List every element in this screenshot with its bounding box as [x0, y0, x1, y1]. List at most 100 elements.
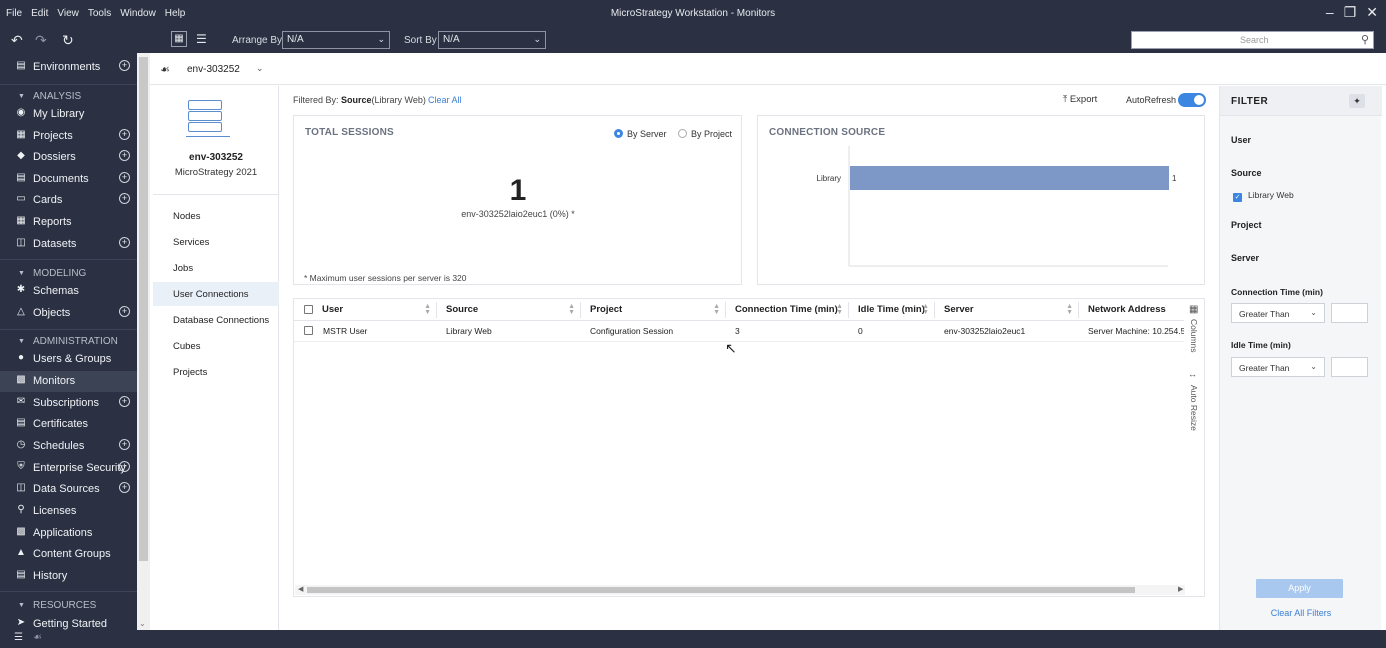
column-header-server[interactable]: Server ▲ ▼	[935, 299, 1079, 321]
undo-icon[interactable]: ↶	[11, 32, 23, 49]
sort-icon[interactable]: ▲ ▼	[568, 303, 575, 316]
sidebar-item-licenses[interactable]: ⚲ Licenses	[0, 501, 137, 522]
sidebar-item-history[interactable]: ▤ History	[0, 566, 137, 587]
radio-by-server[interactable]: By Server	[614, 129, 667, 139]
add-icon[interactable]: +	[119, 461, 130, 472]
add-icon[interactable]: +	[119, 482, 130, 493]
sidebar-item-monitors[interactable]: ▩ Monitors	[0, 371, 137, 392]
refresh-icon[interactable]: ↻	[62, 32, 74, 49]
sidebar-item-content-groups[interactable]: ▲ Content Groups	[0, 544, 137, 565]
add-icon[interactable]: +	[119, 193, 130, 204]
nav-services[interactable]: Services	[153, 230, 279, 254]
chevron-down-icon[interactable]: ⌄	[256, 63, 264, 74]
nav-user-connections[interactable]: User Connections	[153, 282, 279, 306]
select-all-checkbox[interactable]	[304, 305, 313, 314]
filter-source-label[interactable]: Source	[1231, 168, 1262, 178]
arrange-by-select[interactable]: N/A ⌄	[282, 31, 390, 49]
column-header-connection-time[interactable]: Connection Time (min) ▲ ▼	[726, 299, 849, 321]
filter-user-label[interactable]: User	[1231, 135, 1251, 145]
close-icon[interactable]: ✕	[1366, 4, 1378, 21]
tree-icon[interactable]: ☙	[33, 632, 42, 643]
row-checkbox[interactable]	[304, 326, 313, 335]
sidebar-item-datasets[interactable]: ◫ Datasets +	[0, 234, 137, 255]
sidebar-item-schedules[interactable]: ◷ Schedules +	[0, 436, 137, 457]
sidebar-item-enterprise-security[interactable]: ⛨ Enterprise Security +	[0, 458, 137, 479]
auto-resize-button[interactable]: Auto Resize	[1189, 385, 1199, 431]
restore-icon[interactable]: ❐	[1344, 4, 1357, 21]
list-icon[interactable]: ☰	[14, 632, 23, 643]
sort-icon[interactable]: ▲ ▼	[1066, 303, 1073, 316]
column-header-network-address[interactable]: Network Address	[1079, 299, 1184, 321]
scrollbar-thumb[interactable]	[307, 587, 1135, 593]
sidebar-item-documents[interactable]: ▤ Documents +	[0, 169, 137, 190]
column-header-source[interactable]: Source ▲ ▼	[437, 299, 581, 321]
sidebar-item-certificates[interactable]: ▤ Certificates	[0, 414, 137, 435]
pin-icon[interactable]: ✦	[1349, 94, 1365, 108]
connection-time-operator-select[interactable]: Greater Than ⌄	[1231, 303, 1325, 323]
table-horizontal-scrollbar[interactable]: ◀ ▶	[295, 585, 1185, 595]
export-button[interactable]: ⤒ Export	[1063, 94, 1097, 105]
column-header-project[interactable]: Project ▲ ▼	[581, 299, 726, 321]
sidebar-item-getting-started[interactable]: ➤ Getting Started	[0, 614, 137, 630]
nav-cubes[interactable]: Cubes	[153, 334, 279, 358]
sidebar-item-cards[interactable]: ▭ Cards +	[0, 190, 137, 211]
chevron-left-icon[interactable]: ◀	[298, 585, 303, 593]
sidebar-item-data-sources[interactable]: ◫ Data Sources +	[0, 479, 137, 500]
sort-by-select[interactable]: N/A ⌄	[438, 31, 546, 49]
resize-icon[interactable]: ↔	[1188, 369, 1197, 379]
add-icon[interactable]: +	[119, 237, 130, 248]
add-icon[interactable]: +	[119, 129, 130, 140]
nav-database-connections[interactable]: Database Connections	[153, 308, 279, 332]
sidebar-item-subscriptions[interactable]: ✉ Subscriptions +	[0, 393, 137, 414]
nav-nodes[interactable]: Nodes	[153, 204, 279, 228]
list-view-icon[interactable]: ☰	[196, 32, 207, 46]
sidebar-item-projects[interactable]: ▦ Projects +	[0, 126, 137, 147]
sort-icon[interactable]: ▲ ▼	[922, 303, 929, 316]
clear-all-link[interactable]: Clear All	[428, 95, 462, 105]
columns-icon[interactable]: ▦	[1189, 304, 1198, 315]
sidebar-scrollbar[interactable]: ⌄	[137, 53, 150, 630]
sidebar-item-my-library[interactable]: ◉ My Library	[0, 104, 137, 125]
sort-icon[interactable]: ▲ ▼	[713, 303, 720, 316]
idle-time-operator-select[interactable]: Greater Than ⌄	[1231, 357, 1325, 377]
add-icon[interactable]: +	[119, 439, 130, 450]
redo-icon[interactable]: ↷	[35, 32, 47, 49]
add-icon[interactable]: +	[119, 306, 130, 317]
filter-source-library-web[interactable]: ✓ Library Web	[1233, 190, 1294, 202]
filter-server-label[interactable]: Server	[1231, 253, 1259, 263]
search-input[interactable]: Search ⚲	[1131, 31, 1374, 49]
sidebar-item-dossiers[interactable]: ◆ Dossiers +	[0, 147, 137, 168]
scrollbar-thumb[interactable]	[139, 57, 148, 561]
chevron-down-icon[interactable]: ⌄	[139, 619, 146, 628]
idle-time-value-input[interactable]	[1331, 357, 1368, 377]
sidebar-item-users-groups[interactable]: ● Users & Groups	[0, 349, 137, 370]
column-header-idle-time[interactable]: Idle Time (min) ▲ ▼	[849, 299, 935, 321]
sidebar-item-schemas[interactable]: ✱ Schemas	[0, 281, 137, 302]
radio-by-project[interactable]: By Project	[678, 129, 732, 139]
grid-view-icon[interactable]: ▦	[171, 31, 187, 47]
chevron-right-icon[interactable]: ▶	[1178, 585, 1183, 593]
clear-all-filters-link[interactable]: Clear All Filters	[1220, 608, 1382, 618]
environment-selector[interactable]: env-303252	[187, 64, 240, 75]
add-icon[interactable]: +	[119, 172, 130, 183]
filter-project-label[interactable]: Project	[1231, 220, 1262, 230]
column-header-user[interactable]: User ▲ ▼	[294, 299, 437, 321]
checkbox-checked-icon[interactable]: ✓	[1233, 193, 1242, 202]
sidebar-item-reports[interactable]: ▦ Reports	[0, 212, 137, 233]
sort-icon[interactable]: ▲ ▼	[424, 303, 431, 316]
autorefresh-toggle[interactable]	[1178, 93, 1206, 107]
sidebar-item-objects[interactable]: △ Objects +	[0, 303, 137, 324]
search-icon[interactable]: ⚲	[1361, 33, 1369, 46]
columns-button[interactable]: Columns	[1189, 319, 1199, 353]
nav-projects[interactable]: Projects	[153, 360, 279, 384]
add-icon[interactable]: +	[119, 150, 130, 161]
apply-button[interactable]: Apply	[1256, 579, 1343, 598]
add-icon[interactable]: +	[119, 60, 130, 71]
connection-time-value-input[interactable]	[1331, 303, 1368, 323]
add-icon[interactable]: +	[119, 396, 130, 407]
nav-jobs[interactable]: Jobs	[153, 256, 279, 280]
sort-icon[interactable]: ▲ ▼	[836, 303, 843, 316]
minimize-icon[interactable]: –	[1326, 4, 1334, 21]
sidebar-item-applications[interactable]: ▩ Applications	[0, 523, 137, 544]
sidebar-item-environments[interactable]: ▤ Environments +	[0, 57, 137, 78]
